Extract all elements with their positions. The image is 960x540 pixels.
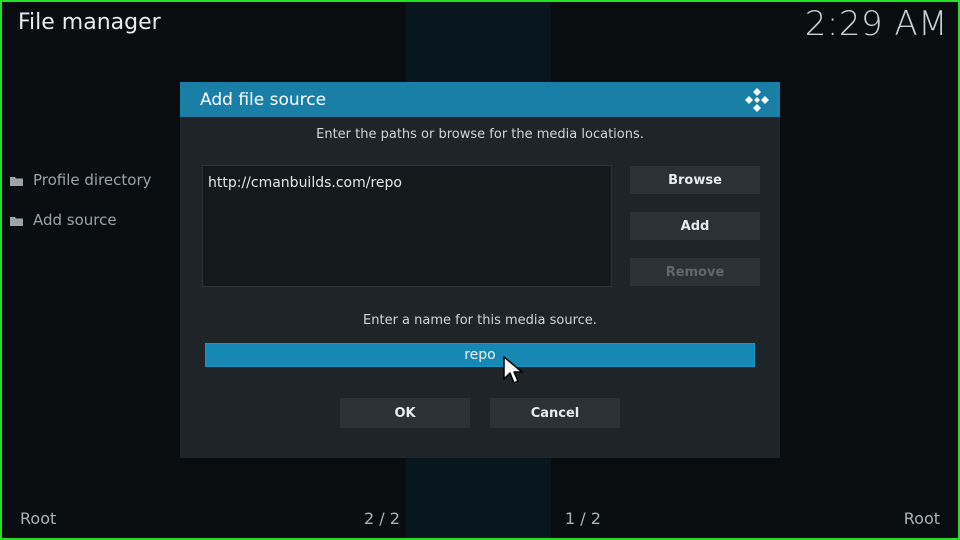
name-instruction: Enter a name for this media source. (363, 313, 597, 328)
mouse-pointer-icon (503, 356, 523, 384)
footer-right-path: Root (903, 509, 940, 528)
cancel-button[interactable]: Cancel (490, 398, 620, 428)
remove-path-button[interactable]: Remove (630, 258, 760, 286)
page-title: File manager (18, 10, 161, 35)
add-file-source-dialog: Add file source Enter the paths or brows… (180, 82, 780, 458)
folder-icon (10, 176, 23, 186)
browse-button[interactable]: Browse (630, 166, 760, 194)
footer-right-count: 1 / 2 (565, 509, 601, 528)
footer-left-path: Root (20, 509, 57, 528)
add-path-button[interactable]: Add (630, 212, 760, 240)
path-item[interactable]: http://cmanbuilds.com/repo (203, 166, 611, 200)
dialog-header: Add file source (180, 82, 780, 117)
sidebar-item-add-source[interactable]: Add source (10, 211, 117, 229)
paths-instruction: Enter the paths or browse for the media … (316, 127, 644, 142)
sidebar-item-label: Add source (33, 211, 117, 229)
folder-icon (10, 216, 23, 226)
paths-list[interactable]: http://cmanbuilds.com/repo (202, 165, 612, 287)
footer-left-count: 2 / 2 (364, 509, 400, 528)
clock: 2:29 AM (804, 4, 948, 44)
sidebar-item-profile-directory[interactable]: Profile directory (10, 171, 152, 189)
kodi-logo-icon (745, 87, 769, 112)
sidebar-item-label: Profile directory (33, 171, 152, 189)
dialog-title: Add file source (200, 89, 327, 110)
source-name-input[interactable]: repo (205, 343, 755, 367)
ok-button[interactable]: OK (340, 398, 470, 428)
dialog-body: Enter the paths or browse for the media … (180, 117, 780, 458)
